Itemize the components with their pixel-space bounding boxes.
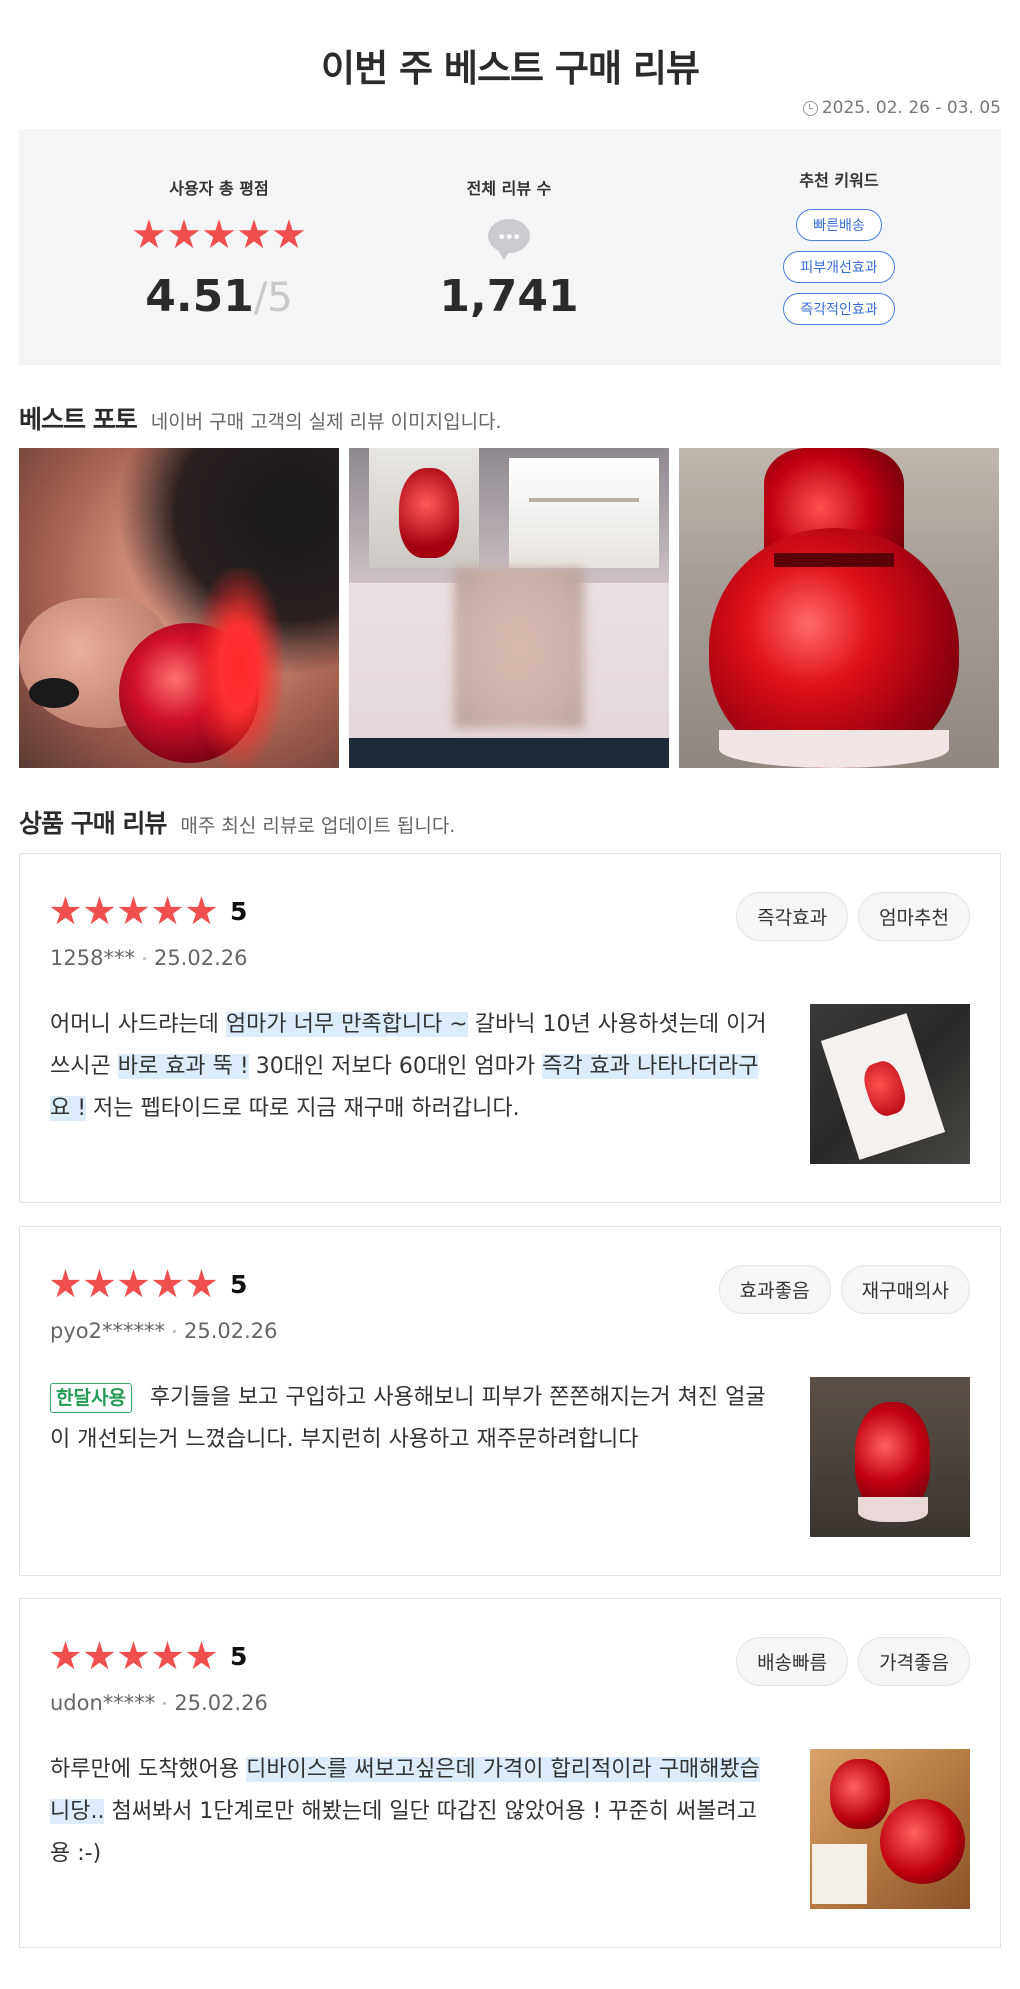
star-icon — [203, 219, 235, 249]
star-icon — [168, 219, 200, 249]
review-tag[interactable]: 가격좋음 — [858, 1637, 970, 1686]
keyword-label: 추천 키워드 — [799, 171, 879, 190]
review-body: 한달사용 후기들을 보고 구입하고 사용해보니 피부가 쫀쫀해지는거 쳐진 얼굴이… — [50, 1377, 770, 1461]
review-body: 하루만에 도착했어용 디바이스를 써보고싶은데 가격이 합리적이라 구매해봤습니… — [50, 1749, 770, 1875]
review-badge: 한달사용 — [50, 1383, 132, 1413]
clock-icon — [802, 100, 818, 116]
review-text: 하루만에 도착했어용 — [50, 1757, 247, 1782]
review-date: 25.02.26 — [174, 1691, 268, 1715]
review-score: 5 — [230, 1642, 248, 1671]
star-icon — [84, 896, 115, 925]
product-review-header: 상품 구매 리뷰 매주 최신 리뷰로 업데이트 됩니다. — [19, 804, 455, 840]
review-text: 30대인 저보다 60대인 엄마가 — [248, 1054, 543, 1079]
review-score: 5 — [230, 897, 248, 926]
star-icon — [118, 1269, 149, 1298]
star-icon — [186, 1269, 217, 1298]
review-photo[interactable] — [810, 1377, 970, 1537]
best-photo[interactable] — [679, 448, 999, 768]
period-text: 2025. 02. 26 - 03. 05 — [821, 98, 1001, 118]
review-card[interactable]: 5 udon***** 25.02.26 배송빠름 가격좋음 하루만에 도착했어… — [19, 1598, 1001, 1948]
review-text: 저는 펩타이드로 따로 지금 재구매 하러갑니다. — [86, 1096, 520, 1121]
review-text: 첨써봐서 1단계로만 해봤는데 일단 따갑진 않았어용 ! 꾸준히 써볼려고용 … — [50, 1799, 757, 1866]
review-tag[interactable]: 재구매의사 — [840, 1265, 970, 1314]
review-count-label: 전체 리뷰 수 — [466, 179, 552, 198]
star-icon — [238, 219, 270, 249]
rating-stars — [69, 219, 369, 251]
review-meta: pyo2****** 25.02.26 — [50, 1319, 277, 1343]
rating-value: 4.51/5 — [69, 271, 369, 322]
keyword-tag[interactable]: 피부개선효과 — [783, 251, 895, 283]
review-text: 어머니 사드랴는데 — [50, 1012, 226, 1037]
summary-panel: 사용자 총 평점 4.51/5 전체 리뷰 수 1,741 추천 키워드 빠른배… — [19, 129, 1001, 365]
keyword-list: 빠른배송 피부개선효과 즉각적인효과 — [689, 209, 989, 325]
page-title: 이번 주 베스트 구매 리뷰 — [321, 47, 700, 90]
review-photo[interactable] — [810, 1004, 970, 1164]
best-photo-header: 베스트 포토 네이버 구매 고객의 실제 리뷰 이미지입니다. — [19, 400, 502, 436]
section-subtitle: 매주 최신 리뷰로 업데이트 됩니다. — [180, 815, 456, 837]
keyword-summary: 추천 키워드 빠른배송 피부개선효과 즉각적인효과 — [689, 129, 989, 365]
star-icon — [84, 1269, 115, 1298]
review-tags: 즉각효과 엄마추천 — [736, 892, 970, 941]
section-subtitle: 네이버 구매 고객의 실제 리뷰 이미지입니다. — [150, 411, 502, 433]
star-icon — [50, 896, 81, 925]
keyword-tag[interactable]: 빠른배송 — [796, 209, 882, 241]
review-photo[interactable] — [810, 1749, 970, 1909]
rating-number: 4.51 — [145, 271, 254, 322]
highlighted-text: 바로 효과 뚝 ! — [117, 1054, 249, 1079]
star-icon — [152, 896, 183, 925]
keyword-tag[interactable]: 즉각적인효과 — [783, 293, 895, 325]
best-photo[interactable] — [19, 448, 339, 768]
review-card[interactable]: 5 pyo2****** 25.02.26 효과좋음 재구매의사 한달사용 후기들… — [19, 1226, 1001, 1576]
rating-summary: 사용자 총 평점 4.51/5 — [69, 129, 369, 365]
review-user: udon***** — [50, 1691, 156, 1715]
best-photo-gallery — [19, 448, 999, 768]
highlighted-text: 엄마가 너무 만족합니다 ~ — [225, 1012, 468, 1037]
review-rating: 5 — [50, 1641, 247, 1672]
rating-slash: / — [253, 275, 268, 321]
review-period: 2025. 02. 26 - 03. 05 — [802, 98, 1001, 118]
star-icon — [118, 896, 149, 925]
review-meta: 1258*** 25.02.26 — [50, 946, 247, 970]
review-user: pyo2****** — [50, 1319, 165, 1343]
review-tag[interactable]: 효과좋음 — [718, 1265, 831, 1314]
star-icon — [84, 1641, 115, 1670]
review-rating: 5 — [50, 1269, 247, 1300]
review-count-summary: 전체 리뷰 수 1,741 — [359, 129, 659, 365]
star-icon — [133, 219, 165, 249]
review-date: 25.02.26 — [153, 946, 248, 970]
review-tags: 배송빠름 가격좋음 — [736, 1637, 970, 1686]
review-body: 어머니 사드랴는데 엄마가 너무 만족합니다 ~ 갈바닉 10년 사용하셧는데 … — [50, 1004, 770, 1130]
section-title: 상품 구매 리뷰 — [19, 809, 167, 838]
best-photo[interactable] — [349, 448, 669, 768]
review-card[interactable]: 5 1258*** 25.02.26 즉각효과 엄마추천 어머니 사드랴는데 엄… — [19, 853, 1001, 1203]
star-icon — [50, 1269, 81, 1298]
star-icon — [186, 896, 217, 925]
section-title: 베스트 포토 — [19, 405, 138, 434]
review-score: 5 — [230, 1270, 248, 1299]
review-text: 후기들을 보고 구입하고 사용해보니 피부가 쫀쫀해지는거 쳐진 얼굴이 개선되… — [50, 1385, 766, 1452]
review-date: 25.02.26 — [183, 1319, 278, 1343]
review-tag[interactable]: 엄마추천 — [858, 892, 970, 941]
star-icon — [118, 1641, 149, 1670]
review-tag[interactable]: 배송빠름 — [736, 1637, 849, 1686]
star-icon — [273, 219, 305, 249]
star-icon — [152, 1641, 183, 1670]
review-user: 1258*** — [50, 946, 135, 970]
review-meta: udon***** 25.02.26 — [50, 1691, 268, 1715]
review-rating: 5 — [50, 896, 247, 927]
rating-max: 5 — [267, 275, 293, 321]
star-icon — [50, 1641, 81, 1670]
star-icon — [186, 1641, 217, 1670]
review-tags: 효과좋음 재구매의사 — [718, 1265, 970, 1314]
review-count-value: 1,741 — [439, 271, 579, 322]
rating-label: 사용자 총 평점 — [169, 179, 269, 198]
star-icon — [152, 1269, 183, 1298]
speech-bubble-icon — [488, 219, 530, 260]
review-tag[interactable]: 즉각효과 — [736, 892, 849, 941]
